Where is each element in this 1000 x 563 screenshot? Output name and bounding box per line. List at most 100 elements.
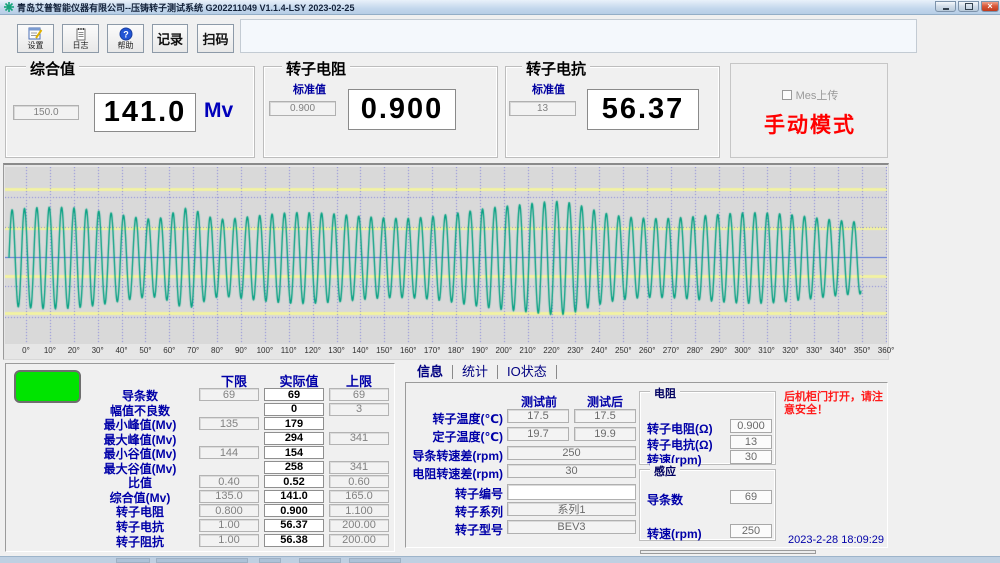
taskbar-strip[interactable] — [0, 556, 1000, 563]
svg-text:?: ? — [123, 30, 129, 40]
x-tick-label: 60° — [156, 346, 182, 355]
progress-track — [640, 550, 816, 554]
limit-cell[interactable]: 0.800 — [199, 504, 259, 517]
info-field[interactable]: 19.9 — [574, 427, 636, 441]
group-row-label: 导条数 — [647, 491, 683, 508]
induction-group: 感应 导条数69转速(rpm)250 — [639, 469, 776, 541]
x-tick-label: 80° — [204, 346, 230, 355]
taskbar-button[interactable] — [156, 558, 248, 563]
taskbar-button[interactable] — [349, 558, 401, 563]
info-field[interactable]: 系列1 — [507, 502, 636, 516]
group-field[interactable]: 69 — [730, 490, 772, 504]
taskbar-button[interactable] — [116, 558, 150, 563]
manual-mode-text: 手动模式 — [731, 109, 889, 139]
log-button[interactable]: 日志 — [62, 24, 99, 53]
limit-cell[interactable]: 0.40 — [199, 475, 259, 488]
x-tick-label: 0° — [13, 346, 39, 355]
settings-label: 设置 — [28, 41, 44, 50]
close-button[interactable]: × — [981, 1, 999, 12]
x-tick-label: 100° — [252, 346, 278, 355]
x-tick-label: 270° — [658, 346, 684, 355]
record-button[interactable]: 记录 — [152, 24, 188, 53]
actual-value-cell: 56.37 — [264, 519, 324, 532]
title-bar[interactable]: 青岛艾普智能仪器有限公司--压铸转子测试系统 G202211049 V1.1.4… — [0, 0, 1000, 15]
taskbar-button[interactable] — [259, 558, 281, 563]
help-label: 帮助 — [118, 41, 134, 50]
x-tick-label: 150° — [371, 346, 397, 355]
taskbar-button[interactable] — [299, 558, 341, 563]
rotor-reactance-standard-field[interactable]: 13 — [509, 101, 576, 116]
minimize-button[interactable] — [935, 1, 956, 12]
resistance-group-title: 电阻 — [650, 385, 680, 401]
info-field[interactable]: 250 — [507, 446, 636, 460]
close-icon: × — [987, 2, 992, 11]
info-field[interactable]: BEV3 — [507, 520, 636, 534]
x-tick-label: 200° — [491, 346, 517, 355]
maximize-button[interactable] — [958, 1, 979, 12]
limit-cell[interactable]: 69 — [199, 388, 259, 401]
info-field[interactable]: 17.5 — [507, 409, 569, 423]
help-button[interactable]: ? 帮助 — [107, 24, 144, 53]
limit-cell[interactable]: 69 — [329, 388, 389, 401]
rotor-reactance-standard-label: 标准值 — [532, 81, 565, 97]
result-row-label: 转子阻抗 — [84, 533, 196, 550]
info-field[interactable]: 19.7 — [507, 427, 569, 441]
info-field[interactable]: 30 — [507, 464, 636, 478]
limit-cell[interactable]: 341 — [329, 461, 389, 474]
info-field[interactable] — [507, 484, 636, 500]
rotor-resistance-title: 转子电阻 — [282, 58, 350, 79]
group-field[interactable]: 0.900 — [730, 419, 772, 433]
scan-code-button[interactable]: 扫码 — [197, 24, 234, 53]
actual-value-cell: 179 — [264, 417, 324, 430]
info-row-label: 转子型号 — [408, 521, 503, 538]
x-tick-label: 350° — [849, 346, 875, 355]
x-tick-label: 310° — [754, 346, 780, 355]
x-tick-label: 170° — [419, 346, 445, 355]
group-field[interactable]: 30 — [730, 450, 772, 464]
help-question-icon: ? — [119, 27, 133, 41]
tab-info[interactable]: 信息 — [408, 365, 453, 379]
rotor-resistance-standard-field[interactable]: 0.900 — [269, 101, 336, 116]
group-field[interactable]: 250 — [730, 524, 772, 538]
limit-cell[interactable]: 135.0 — [199, 490, 259, 503]
actual-value-cell: 0 — [264, 403, 324, 416]
mes-upload-checkbox[interactable]: Mes上传 — [731, 87, 889, 103]
limit-cell[interactable]: 144 — [199, 446, 259, 459]
limit-cell[interactable]: 1.100 — [329, 504, 389, 517]
limit-cell[interactable]: 135 — [199, 417, 259, 430]
x-tick-label: 90° — [228, 346, 254, 355]
tab-statistics[interactable]: 统计 — [453, 365, 498, 379]
x-tick-label: 180° — [443, 346, 469, 355]
rotor-resistance-standard-label: 标准值 — [293, 81, 326, 97]
group-field[interactable]: 13 — [730, 435, 772, 449]
mes-mode-panel: Mes上传 手动模式 — [730, 63, 888, 158]
rotor-resistance-value-display: 0.900 — [348, 89, 456, 130]
log-notepad-icon — [74, 27, 88, 41]
actual-value-cell: 0.52 — [264, 475, 324, 488]
settings-button[interactable]: 设置 — [17, 24, 54, 53]
info-field[interactable]: 17.5 — [574, 409, 636, 423]
limit-cell[interactable]: 3 — [329, 403, 389, 416]
x-tick-label: 320° — [777, 346, 803, 355]
x-tick-label: 240° — [586, 346, 612, 355]
limit-cell[interactable]: 0.60 — [329, 475, 389, 488]
minimize-icon — [943, 8, 949, 10]
x-tick-label: 40° — [109, 346, 135, 355]
x-tick-label: 220° — [539, 346, 565, 355]
rotor-reactance-group: 转子电抗 标准值 13 56.37 — [505, 66, 720, 158]
x-tick-label: 160° — [395, 346, 421, 355]
info-panel: 测试前 测试后 电阻 转子电阻(Ω)0.900转子电抗(Ω)13转速(rpm)3… — [405, 382, 888, 548]
limit-cell[interactable]: 341 — [329, 432, 389, 445]
composite-standard-field[interactable]: 150.0 — [13, 105, 79, 120]
waveform-canvas — [5, 167, 887, 344]
tab-io-status[interactable]: IO状态 — [498, 365, 557, 379]
limit-cell[interactable]: 200.00 — [329, 534, 389, 547]
x-tick-label: 360° — [873, 346, 899, 355]
limit-cell[interactable]: 200.00 — [329, 519, 389, 532]
limit-cell[interactable]: 1.00 — [199, 534, 259, 547]
actual-value-cell: 141.0 — [264, 490, 324, 503]
actual-value-cell: 154 — [264, 446, 324, 459]
limit-cell[interactable]: 165.0 — [329, 490, 389, 503]
group-row-label: 转子电阻(Ω) — [647, 420, 713, 437]
limit-cell[interactable]: 1.00 — [199, 519, 259, 532]
